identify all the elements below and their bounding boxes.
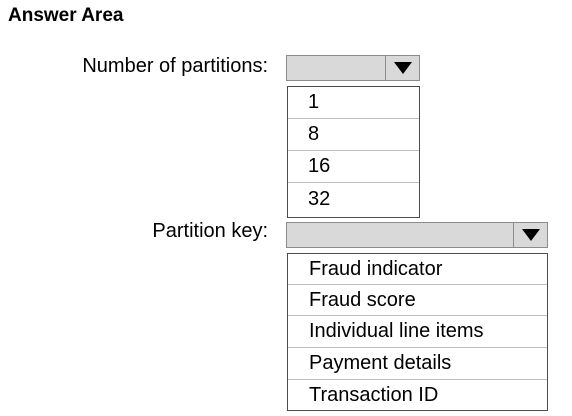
partitions-label: Number of partitions: (82, 55, 268, 77)
partition-key-option-transaction-id[interactable]: Transaction ID (288, 380, 547, 410)
partition-key-option-list: Fraud indicator Fraud score Individual l… (287, 253, 548, 411)
partitions-option-list: 1 8 16 32 (287, 86, 420, 218)
partition-key-label: Partition key: (152, 220, 268, 242)
partition-key-option-payment-details[interactable]: Payment details (288, 348, 547, 380)
partitions-dropdown[interactable] (286, 55, 420, 81)
partitions-option-32[interactable]: 32 (288, 183, 419, 215)
partitions-option-8[interactable]: 8 (288, 119, 419, 151)
partition-key-option-individual-line-items[interactable]: Individual line items (288, 316, 547, 348)
triangle-down-icon (393, 62, 412, 74)
partitions-option-16[interactable]: 16 (288, 151, 419, 183)
partition-key-option-fraud-indicator[interactable]: Fraud indicator (288, 254, 547, 285)
answer-area-title: Answer Area (8, 5, 124, 26)
partitions-option-1[interactable]: 1 (288, 87, 419, 119)
partitions-dropdown-toggle[interactable] (385, 56, 419, 80)
partition-key-dropdown[interactable] (286, 222, 548, 248)
triangle-down-icon (521, 229, 540, 241)
partition-key-option-fraud-score[interactable]: Fraud score (288, 285, 547, 316)
partition-key-dropdown-toggle[interactable] (513, 223, 547, 247)
